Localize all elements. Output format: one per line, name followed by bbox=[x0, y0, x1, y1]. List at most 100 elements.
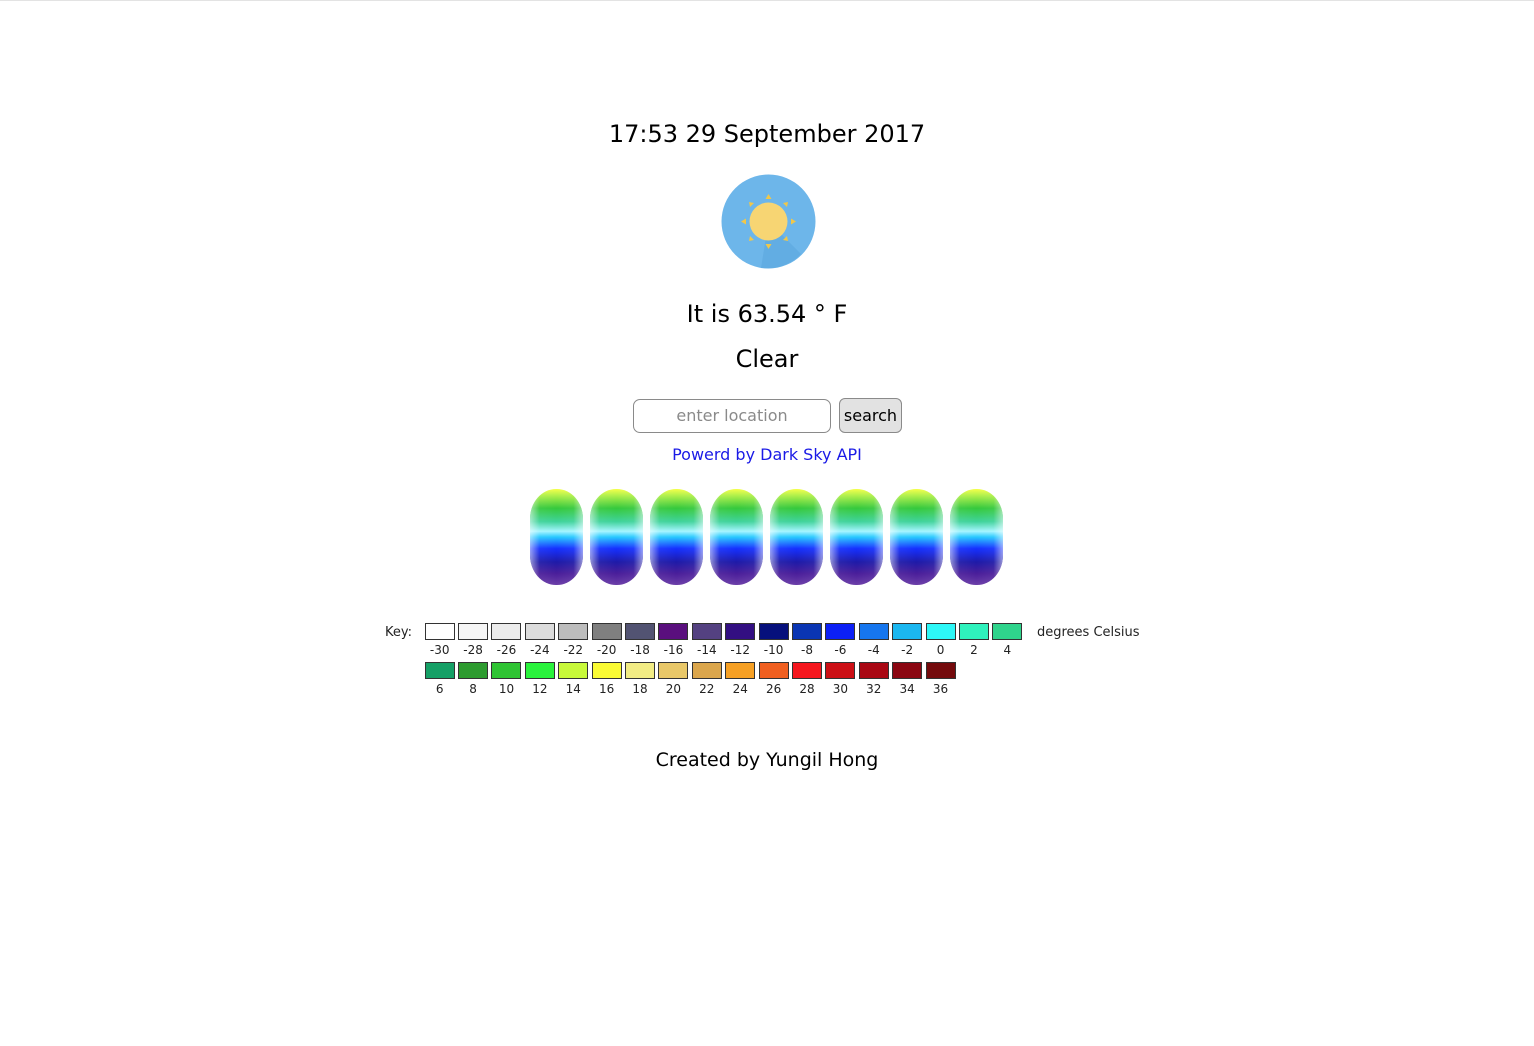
legend-item: 22 bbox=[690, 662, 723, 696]
legend-value: 34 bbox=[899, 682, 915, 696]
legend-swatch bbox=[758, 662, 789, 679]
forecast-day-bar bbox=[530, 489, 583, 585]
temperature-readout: It is 63.54 ° F bbox=[686, 300, 848, 328]
legend-item: -22 bbox=[557, 623, 590, 657]
legend-item: -20 bbox=[590, 623, 623, 657]
legend-value: 22 bbox=[699, 682, 715, 696]
legend-swatch bbox=[591, 623, 622, 640]
legend-item: -16 bbox=[657, 623, 690, 657]
legend-value: 2 bbox=[970, 643, 978, 657]
legend-item: 30 bbox=[824, 662, 857, 696]
legend-item: 0 bbox=[924, 623, 957, 657]
legend-swatch bbox=[892, 623, 923, 640]
legend-value: -20 bbox=[596, 643, 617, 657]
legend-row: -30 -28 -26 -24 -22 -20 -18 -16 -14 -12 -10 -8 -6 -4-… bbox=[423, 623, 1024, 657]
legend-swatch bbox=[925, 662, 956, 679]
legend-item: -26 bbox=[490, 623, 523, 657]
legend-item: 28 bbox=[790, 662, 823, 696]
legend-value: 0 bbox=[936, 643, 945, 657]
legend-value: 6 bbox=[435, 682, 444, 696]
legend-value: -18 bbox=[630, 643, 650, 657]
legend-swatch bbox=[658, 623, 689, 640]
legend-item: 8 bbox=[456, 662, 489, 696]
search-button[interactable]: search bbox=[839, 398, 902, 433]
legend-swatch bbox=[625, 623, 656, 640]
legend-swatch bbox=[424, 623, 455, 640]
legend-value: 32 bbox=[866, 682, 882, 696]
legend-value: -8 bbox=[801, 643, 813, 657]
forecast-day-bar bbox=[770, 489, 823, 585]
legend-item: -8 bbox=[790, 623, 823, 657]
legend-value: -16 bbox=[663, 643, 684, 657]
legend-item: -4 bbox=[857, 623, 890, 657]
legend-item: 6 bbox=[423, 662, 456, 696]
legend-item: -30 bbox=[423, 623, 456, 657]
legend-swatch bbox=[458, 662, 489, 679]
legend-value: -10 bbox=[763, 643, 784, 657]
legend-value: -26 bbox=[496, 643, 517, 657]
legend-item: 34 bbox=[890, 662, 923, 696]
legend-value: 10 bbox=[498, 682, 515, 696]
legend-swatch bbox=[558, 662, 589, 679]
legend-swatch bbox=[925, 623, 956, 640]
legend-unit-label: degrees Celsius bbox=[1037, 625, 1140, 640]
forecast-day-bar bbox=[890, 489, 943, 585]
legend-item: -10 bbox=[757, 623, 790, 657]
legend-swatch bbox=[958, 623, 989, 640]
legend-key-label: Key: bbox=[385, 625, 413, 640]
legend-swatch bbox=[691, 662, 722, 679]
location-search-form: search bbox=[633, 398, 902, 433]
current-datetime: 17:53 29 September 2017 bbox=[608, 120, 926, 148]
legend-swatch bbox=[791, 662, 822, 679]
location-search-input[interactable] bbox=[633, 398, 831, 433]
legend-swatch bbox=[825, 623, 856, 640]
legend-swatch bbox=[725, 623, 756, 640]
legend-swatch bbox=[858, 623, 889, 640]
legend-value: -12 bbox=[730, 643, 751, 657]
legend-value: -30 bbox=[429, 643, 450, 657]
powered-by: Powerd by Dark Sky API bbox=[0, 443, 1534, 467]
footer-credit: Created by Yungil Hong bbox=[655, 749, 879, 771]
legend-item: -28 bbox=[456, 623, 489, 657]
legend-value: 16 bbox=[599, 682, 615, 696]
legend-value: 28 bbox=[799, 682, 815, 696]
legend-value: -28 bbox=[463, 643, 483, 657]
legend-value: -24 bbox=[530, 643, 550, 657]
legend-value: 30 bbox=[832, 682, 849, 696]
legend-swatch bbox=[758, 623, 789, 640]
weather-summary: Clear bbox=[735, 345, 799, 373]
legend-item: 24 bbox=[724, 662, 757, 696]
legend-item: -2 bbox=[890, 623, 923, 657]
legend-value: 24 bbox=[732, 682, 748, 696]
legend-row: 6 8 10 12 14 16 18 20 22 24 26 28 30 32 34 36 bbox=[423, 662, 957, 696]
dark-sky-api-link[interactable]: Powerd by Dark Sky API bbox=[672, 445, 862, 464]
legend-swatch bbox=[458, 623, 489, 640]
forecast-day-bar bbox=[650, 489, 703, 585]
forecast-day-bar bbox=[830, 489, 883, 585]
legend-item: 20 bbox=[657, 662, 690, 696]
legend-value: 26 bbox=[765, 682, 782, 696]
forecast-day-bar bbox=[710, 489, 763, 585]
legend-item: 16 bbox=[590, 662, 623, 696]
legend-item: 36 bbox=[924, 662, 957, 696]
legend-value: 4 bbox=[1003, 643, 1012, 657]
forecast-temperature-bars bbox=[530, 489, 1010, 585]
legend-item: 14 bbox=[557, 662, 590, 696]
legend-item: 26 bbox=[757, 662, 790, 696]
legend-value: 36 bbox=[932, 682, 949, 696]
legend-swatch bbox=[858, 662, 889, 679]
legend-swatch bbox=[558, 623, 589, 640]
legend-swatch bbox=[892, 662, 923, 679]
legend-item: 10 bbox=[490, 662, 523, 696]
legend-swatch bbox=[491, 623, 522, 640]
forecast-day-bar bbox=[590, 489, 643, 585]
legend-value: 8 bbox=[469, 682, 477, 696]
legend-swatch bbox=[725, 662, 756, 679]
legend-value: -4 bbox=[867, 643, 880, 657]
legend-swatch bbox=[825, 662, 856, 679]
legend-value: -6 bbox=[834, 643, 847, 657]
legend-item: -18 bbox=[623, 623, 656, 657]
legend-swatch bbox=[491, 662, 522, 679]
legend-item: 4 bbox=[991, 623, 1024, 657]
legend-swatch bbox=[992, 623, 1023, 640]
